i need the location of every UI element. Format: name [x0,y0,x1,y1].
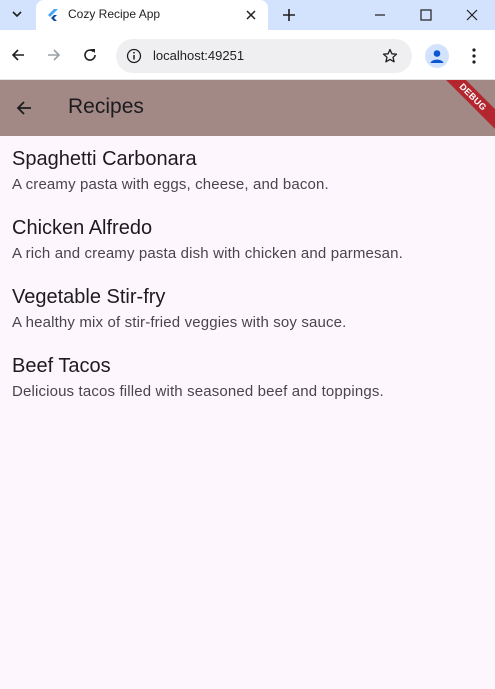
page-title: Recipes [68,95,144,118]
debug-banner: DEBUG [435,80,495,135]
browser-forward-arrow-icon[interactable] [42,43,66,67]
recipe-title: Chicken Alfredo [12,217,153,239]
window-maximize-icon[interactable] [403,0,449,30]
recipe-list: Spaghetti Carbonara A creamy pasta with … [0,136,495,689]
bookmark-star-icon[interactable] [380,46,400,66]
site-info-icon[interactable] [124,46,144,66]
recipe-title: Beef Tacos [12,355,111,377]
recipe-title: Spaghetti Carbonara [12,148,197,170]
browser-menu-kebab-icon[interactable] [463,44,485,68]
recipe-list-item[interactable]: Spaghetti Carbonara A creamy pasta with … [12,148,482,210]
recipe-description: A creamy pasta with eggs, cheese, and ba… [12,176,329,193]
profile-avatar-icon[interactable] [425,44,449,68]
recipe-list-item[interactable]: Beef Tacos Delicious tacos filled with s… [12,355,482,417]
browser-back-arrow-icon[interactable] [6,43,30,67]
window-minimize-icon[interactable] [357,0,403,30]
browser-toolbar: localhost:49251 [0,30,495,80]
address-bar[interactable]: localhost:49251 [116,39,412,73]
debug-banner-label: DEBUG [457,81,489,113]
back-arrow-icon[interactable] [12,96,36,120]
browser-tab[interactable]: Cozy Recipe App [36,0,268,30]
recipe-description: Delicious tacos filled with seasoned bee… [12,383,384,400]
app-bar: Recipes DEBUG [0,80,495,136]
window-close-icon[interactable] [449,0,495,30]
new-tab-plus-icon[interactable] [278,4,300,26]
recipe-list-item[interactable]: Chicken Alfredo A rich and creamy pasta … [12,217,482,279]
address-url[interactable]: localhost:49251 [153,48,244,63]
recipe-list-item[interactable]: Vegetable Stir-fry A healthy mix of stir… [12,286,482,348]
recipe-title: Vegetable Stir-fry [12,286,166,308]
recipe-description: A healthy mix of stir-fried veggies with… [12,314,347,331]
browser-reload-icon[interactable] [78,43,102,67]
recipe-description: A rich and creamy pasta dish with chicke… [12,245,403,262]
tab-title: Cozy Recipe App [68,7,161,21]
tab-search-chevron-icon[interactable] [6,4,28,24]
tab-close-icon[interactable] [242,6,260,24]
flutter-favicon-icon [46,8,60,22]
browser-tab-strip: Cozy Recipe App [0,0,495,30]
